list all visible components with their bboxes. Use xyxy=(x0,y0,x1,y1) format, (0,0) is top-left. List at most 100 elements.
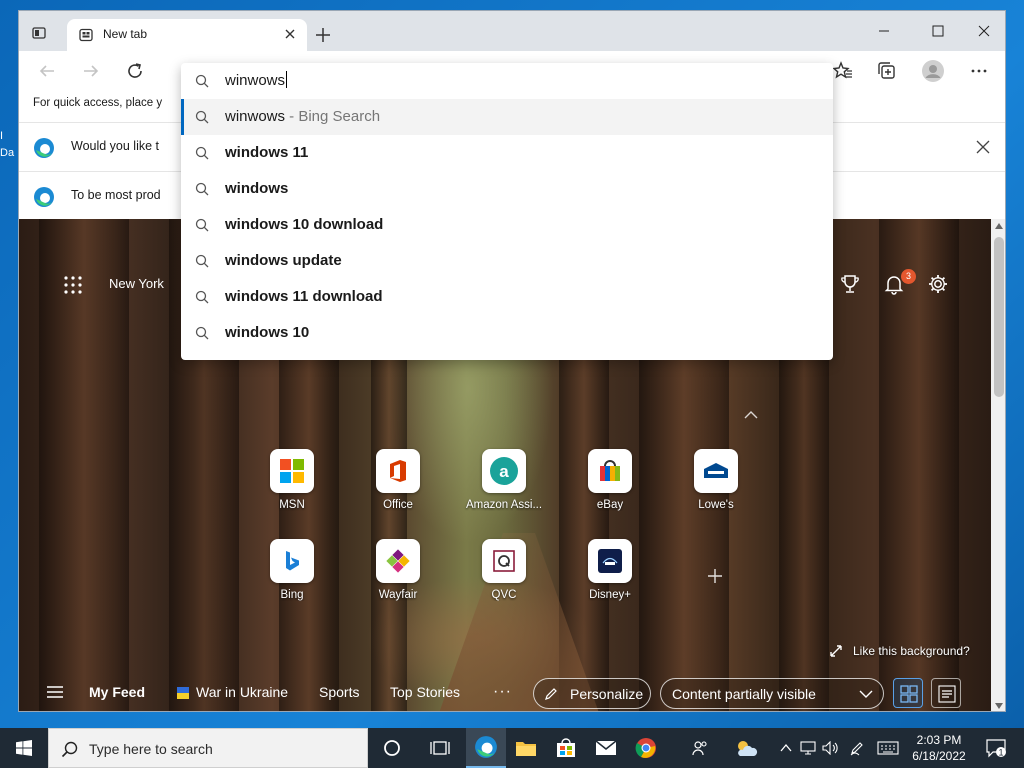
quick-link-bing[interactable]: Bing xyxy=(247,539,337,601)
chevron-up-icon[interactable] xyxy=(743,409,759,421)
scroll-down-arrow-icon[interactable] xyxy=(995,703,1003,709)
settings-more-icon[interactable] xyxy=(967,59,991,83)
taskbar-edge-app[interactable] xyxy=(466,728,506,768)
app-launcher-icon[interactable] xyxy=(63,275,83,295)
personalize-button[interactable]: Personalize xyxy=(533,678,651,709)
task-view-button[interactable] xyxy=(420,728,460,768)
feed-tab-my-feed[interactable]: My Feed xyxy=(89,684,145,700)
quick-link-lowes[interactable]: Lowe's xyxy=(671,449,761,511)
rewards-trophy-icon[interactable] xyxy=(839,273,861,295)
new-tab-plus-icon[interactable] xyxy=(311,23,335,47)
refresh-icon[interactable] xyxy=(123,59,147,83)
suggestion-text: windows 10 xyxy=(225,324,309,341)
quick-link-qvc[interactable]: QVC xyxy=(459,539,549,601)
scroll-up-arrow-icon[interactable] xyxy=(995,223,1003,229)
address-bar[interactable]: winwows xyxy=(181,63,833,99)
suggestion-text: windows 11 xyxy=(225,144,308,161)
quick-link-disney-plus[interactable]: Disney+ xyxy=(565,539,655,601)
taskbar-chrome[interactable] xyxy=(626,728,666,768)
close-icon[interactable] xyxy=(975,139,991,155)
scrollbar-thumb[interactable] xyxy=(994,237,1004,397)
search-suggestion[interactable]: windows xyxy=(181,171,833,207)
taskbar-file-explorer[interactable] xyxy=(506,728,546,768)
content-visibility-dropdown[interactable]: Content partially visible xyxy=(660,678,884,709)
grid-layout-button[interactable] xyxy=(893,678,923,708)
tray-touch-keyboard[interactable] xyxy=(874,728,902,768)
tray-people[interactable] xyxy=(686,728,714,768)
workspaces-icon[interactable] xyxy=(31,25,47,41)
list-layout-icon xyxy=(938,685,956,703)
quick-link-amazon-assistant[interactable]: a Amazon Assi... xyxy=(459,449,549,511)
task-view-icon xyxy=(430,741,450,755)
search-icon xyxy=(195,218,209,232)
tray-weather[interactable] xyxy=(730,728,762,768)
minimize-icon[interactable] xyxy=(861,17,907,45)
desktop-icon-label-fragment[interactable]: I Da xyxy=(0,128,20,178)
search-suggestion[interactable]: windows 11 xyxy=(181,135,833,171)
add-quick-link-plus-icon[interactable] xyxy=(705,566,725,586)
search-icon xyxy=(195,290,209,304)
like-this-background-link[interactable]: Like this background? xyxy=(853,644,970,658)
ukraine-flag-icon xyxy=(177,687,189,699)
tray-volume[interactable] xyxy=(820,728,842,768)
list-layout-button[interactable] xyxy=(931,678,961,708)
clock-time: 2:03 PM xyxy=(916,733,962,747)
edge-logo-icon xyxy=(34,187,54,207)
infobar-message: To be most prod xyxy=(71,188,161,202)
feed-tab-sports[interactable]: Sports xyxy=(319,684,359,700)
profile-avatar-icon[interactable] xyxy=(921,59,945,83)
disney-plus-icon xyxy=(598,549,622,573)
hamburger-menu-icon[interactable] xyxy=(47,685,63,699)
suggestion-query: windows 11 download xyxy=(225,288,383,305)
more-feed-tabs-icon[interactable]: ··· xyxy=(493,683,512,701)
search-suggestion[interactable]: windows update xyxy=(181,243,833,279)
quick-link-msn[interactable]: MSN xyxy=(247,449,337,511)
search-icon xyxy=(195,110,209,124)
search-suggestion[interactable]: windows 10 download xyxy=(181,207,833,243)
quick-link-label: Office xyxy=(383,499,413,511)
forward-arrow-icon[interactable] xyxy=(79,59,103,83)
address-input-text: winwows xyxy=(225,72,286,89)
page-settings-gear-icon[interactable] xyxy=(927,273,949,295)
office-logo-icon xyxy=(390,460,406,482)
msn-logo-icon xyxy=(280,459,304,483)
close-tab-icon[interactable] xyxy=(283,27,297,41)
quick-link-wayfair[interactable]: Wayfair xyxy=(353,539,443,601)
maximize-icon[interactable] xyxy=(915,17,961,45)
expand-diagonal-icon xyxy=(830,645,842,657)
page-scrollbar[interactable] xyxy=(991,219,1005,711)
background-trunk xyxy=(39,219,129,711)
lowes-logo-icon xyxy=(704,463,728,478)
address-input[interactable]: winwows xyxy=(225,71,288,89)
action-center-button[interactable]: 1 xyxy=(984,736,1008,760)
start-button[interactable] xyxy=(0,728,48,768)
tray-show-hidden[interactable] xyxy=(776,728,796,768)
people-icon xyxy=(692,741,707,756)
suggestion-query: windows 11 xyxy=(225,144,309,161)
tray-pen[interactable] xyxy=(846,728,868,768)
taskbar-clock[interactable]: 2:03 PM 6/18/2022 xyxy=(904,732,974,764)
weather-location[interactable]: New York xyxy=(109,276,164,291)
feed-tab-war-in-ukraine[interactable]: War in Ukraine xyxy=(196,684,288,700)
taskbar-store[interactable] xyxy=(546,728,586,768)
search-suggestion[interactable]: windows 10 xyxy=(181,315,833,351)
taskbar-mail[interactable] xyxy=(586,728,626,768)
search-suggestion[interactable]: windows 11 download xyxy=(181,279,833,315)
edge-logo-icon xyxy=(34,138,54,158)
pencil-icon xyxy=(545,688,557,700)
feed-tab-top-stories[interactable]: Top Stories xyxy=(390,684,460,700)
back-arrow-icon[interactable] xyxy=(35,59,59,83)
tray-network[interactable] xyxy=(798,728,818,768)
taskbar-search-box[interactable]: Type here to search xyxy=(48,728,368,768)
collections-icon[interactable] xyxy=(875,59,899,83)
close-window-icon[interactable] xyxy=(961,17,1006,45)
suggestion-query: windows 10 download xyxy=(225,216,384,233)
keyboard-icon xyxy=(877,741,899,755)
task-view-button[interactable] xyxy=(372,728,412,768)
tab-new-tab[interactable]: New tab xyxy=(67,19,307,51)
quick-link-ebay[interactable]: eBay xyxy=(565,449,655,511)
favorites-star-icon[interactable] xyxy=(831,59,855,83)
quick-link-label: Bing xyxy=(280,589,304,601)
search-suggestion[interactable]: winwows - Bing Search xyxy=(181,99,833,135)
quick-link-office[interactable]: Office xyxy=(353,449,443,511)
